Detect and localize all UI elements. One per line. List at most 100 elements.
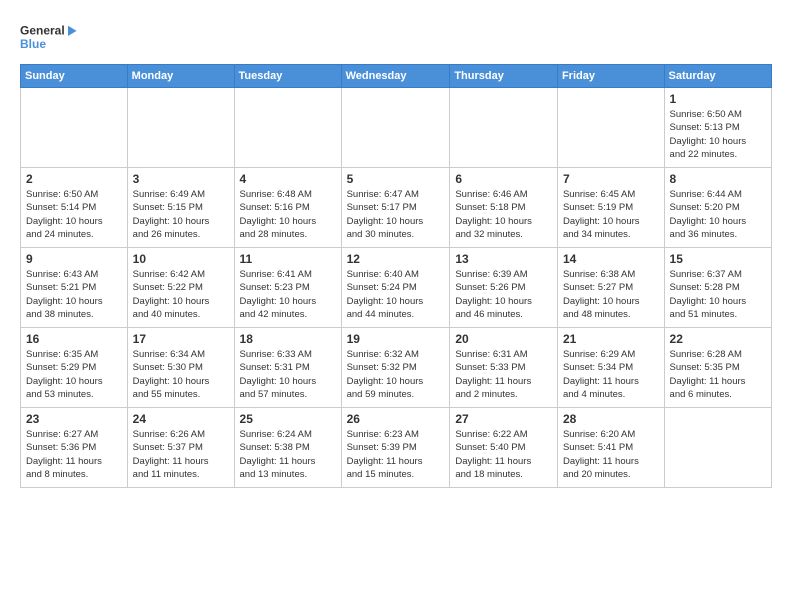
- calendar-cell: [664, 408, 771, 488]
- calendar-cell: 7Sunrise: 6:45 AM Sunset: 5:19 PM Daylig…: [557, 168, 664, 248]
- day-info: Sunrise: 6:49 AM Sunset: 5:15 PM Dayligh…: [133, 188, 229, 241]
- day-info: Sunrise: 6:44 AM Sunset: 5:20 PM Dayligh…: [670, 188, 766, 241]
- day-info: Sunrise: 6:22 AM Sunset: 5:40 PM Dayligh…: [455, 428, 552, 481]
- svg-text:General: General: [20, 23, 65, 37]
- calendar-cell: 19Sunrise: 6:32 AM Sunset: 5:32 PM Dayli…: [341, 328, 450, 408]
- day-info: Sunrise: 6:26 AM Sunset: 5:37 PM Dayligh…: [133, 428, 229, 481]
- calendar-cell: 13 Sunrise: 6:39 AM Sunset: 5:26 PM Dayli…: [450, 248, 558, 328]
- day-number: 28: [563, 412, 659, 426]
- weekday-header-row: SundayMondayTuesdayWednesdayThursdayFrid…: [21, 65, 772, 88]
- page: GeneralBlue SundayMondayTuesdayWednesday…: [0, 0, 792, 612]
- day-number: 20: [455, 332, 552, 346]
- weekday-header-tuesday: Tuesday: [234, 65, 341, 88]
- calendar-cell: 20 Sunrise: 6:31 AM Sunset: 5:33 PM Dayli…: [450, 328, 558, 408]
- calendar-cell: 14 Sunrise: 6:38 AM Sunset: 5:27 PM Dayli…: [557, 248, 664, 328]
- day-info: Sunrise: 6:37 AM Sunset: 5:28 PM Dayligh…: [670, 268, 766, 321]
- day-info: Sunrise: 6:35 AM Sunset: 5:29 PM Dayligh…: [26, 348, 122, 401]
- day-number: 3: [133, 172, 229, 186]
- day-number: 4: [240, 172, 336, 186]
- calendar-cell: [127, 88, 234, 168]
- day-number: 13: [455, 252, 552, 266]
- day-number: 22: [670, 332, 766, 346]
- day-number: 26: [347, 412, 445, 426]
- weekday-header-sunday: Sunday: [21, 65, 128, 88]
- day-info: Sunrise: 6:24 AM Sunset: 5:38 PM Dayligh…: [240, 428, 336, 481]
- day-info: Sunrise: 6:38 AM Sunset: 5:27 PM Dayligh…: [563, 268, 659, 321]
- day-number: 2: [26, 172, 122, 186]
- calendar-table: SundayMondayTuesdayWednesdayThursdayFrid…: [20, 64, 772, 488]
- day-number: 12: [347, 252, 445, 266]
- day-number: 14: [563, 252, 659, 266]
- calendar-cell: [234, 88, 341, 168]
- calendar-cell: 1 Sunrise: 6:50 AM Sunset: 5:13 PM Daylig…: [664, 88, 771, 168]
- logo: GeneralBlue: [20, 16, 80, 56]
- day-info: Sunrise: 6:40 AM Sunset: 5:24 PM Dayligh…: [347, 268, 445, 321]
- calendar-cell: 2 Sunrise: 6:50 AM Sunset: 5:14 PM Daylig…: [21, 168, 128, 248]
- day-info: Sunrise: 6:27 AM Sunset: 5:36 PM Dayligh…: [26, 428, 122, 481]
- week-row-0: 1 Sunrise: 6:50 AM Sunset: 5:13 PM Daylig…: [21, 88, 772, 168]
- day-number: 15: [670, 252, 766, 266]
- day-number: 27: [455, 412, 552, 426]
- weekday-header-friday: Friday: [557, 65, 664, 88]
- calendar-cell: 16 Sunrise: 6:35 AM Sunset: 5:29 PM Dayli…: [21, 328, 128, 408]
- day-info: Sunrise: 6:46 AM Sunset: 5:18 PM Dayligh…: [455, 188, 552, 241]
- weekday-header-saturday: Saturday: [664, 65, 771, 88]
- day-number: 16: [26, 332, 122, 346]
- svg-text:Blue: Blue: [20, 37, 46, 51]
- calendar-cell: 21 Sunrise: 6:29 AM Sunset: 5:34 PM Dayli…: [557, 328, 664, 408]
- day-number: 10: [133, 252, 229, 266]
- day-info: Sunrise: 6:39 AM Sunset: 5:26 PM Dayligh…: [455, 268, 552, 321]
- day-info: Sunrise: 6:48 AM Sunset: 5:16 PM Dayligh…: [240, 188, 336, 241]
- day-number: 21: [563, 332, 659, 346]
- day-number: 1: [670, 92, 766, 106]
- calendar-cell: 9 Sunrise: 6:43 AM Sunset: 5:21 PM Daylig…: [21, 248, 128, 328]
- calendar-cell: [450, 88, 558, 168]
- day-info: Sunrise: 6:42 AM Sunset: 5:22 PM Dayligh…: [133, 268, 229, 321]
- day-number: 6: [455, 172, 552, 186]
- day-info: Sunrise: 6:31 AM Sunset: 5:33 PM Dayligh…: [455, 348, 552, 401]
- day-number: 5: [347, 172, 445, 186]
- calendar-cell: [557, 88, 664, 168]
- calendar-cell: 12 Sunrise: 6:40 AM Sunset: 5:24 PM Dayli…: [341, 248, 450, 328]
- calendar-cell: [341, 88, 450, 168]
- header: GeneralBlue: [20, 16, 772, 56]
- day-number: 7: [563, 172, 659, 186]
- day-info: Sunrise: 6:23 AM Sunset: 5:39 PM Dayligh…: [347, 428, 445, 481]
- calendar-cell: [21, 88, 128, 168]
- day-info: Sunrise: 6:47 AM Sunset: 5:17 PM Dayligh…: [347, 188, 445, 241]
- day-info: Sunrise: 6:29 AM Sunset: 5:34 PM Dayligh…: [563, 348, 659, 401]
- day-number: 11: [240, 252, 336, 266]
- day-info: Sunrise: 6:20 AM Sunset: 5:41 PM Dayligh…: [563, 428, 659, 481]
- day-info: Sunrise: 6:50 AM Sunset: 5:14 PM Dayligh…: [26, 188, 122, 241]
- calendar-cell: 10 Sunrise: 6:42 AM Sunset: 5:22 PM Dayli…: [127, 248, 234, 328]
- day-info: Sunrise: 6:33 AM Sunset: 5:31 PM Dayligh…: [240, 348, 336, 401]
- calendar-cell: 24 Sunrise: 6:26 AM Sunset: 5:37 PM Dayli…: [127, 408, 234, 488]
- week-row-2: 9 Sunrise: 6:43 AM Sunset: 5:21 PM Daylig…: [21, 248, 772, 328]
- day-number: 19: [347, 332, 445, 346]
- calendar-cell: 8 Sunrise: 6:44 AM Sunset: 5:20 PM Daylig…: [664, 168, 771, 248]
- weekday-header-wednesday: Wednesday: [341, 65, 450, 88]
- day-info: Sunrise: 6:43 AM Sunset: 5:21 PM Dayligh…: [26, 268, 122, 321]
- calendar-cell: 27 Sunrise: 6:22 AM Sunset: 5:40 PM Dayli…: [450, 408, 558, 488]
- calendar-cell: 23 Sunrise: 6:27 AM Sunset: 5:36 PM Dayli…: [21, 408, 128, 488]
- day-info: Sunrise: 6:50 AM Sunset: 5:13 PM Dayligh…: [670, 108, 766, 161]
- calendar-cell: 4 Sunrise: 6:48 AM Sunset: 5:16 PM Daylig…: [234, 168, 341, 248]
- day-number: 17: [133, 332, 229, 346]
- week-row-3: 16 Sunrise: 6:35 AM Sunset: 5:29 PM Dayli…: [21, 328, 772, 408]
- day-number: 18: [240, 332, 336, 346]
- calendar-cell: 5 Sunrise: 6:47 AM Sunset: 5:17 PM Daylig…: [341, 168, 450, 248]
- week-row-4: 23 Sunrise: 6:27 AM Sunset: 5:36 PM Dayli…: [21, 408, 772, 488]
- weekday-header-thursday: Thursday: [450, 65, 558, 88]
- logo-svg: GeneralBlue: [20, 16, 80, 56]
- day-number: 23: [26, 412, 122, 426]
- day-number: 8: [670, 172, 766, 186]
- day-number: 9: [26, 252, 122, 266]
- calendar-cell: 22 Sunrise: 6:28 AM Sunset: 5:35 PM Dayli…: [664, 328, 771, 408]
- calendar-cell: 15 Sunrise: 6:37 AM Sunset: 5:28 PM Dayli…: [664, 248, 771, 328]
- day-info: Sunrise: 6:28 AM Sunset: 5:35 PM Dayligh…: [670, 348, 766, 401]
- day-number: 25: [240, 412, 336, 426]
- day-info: Sunrise: 6:41 AM Sunset: 5:23 PM Dayligh…: [240, 268, 336, 321]
- calendar-cell: 18 Sunrise: 6:33 AM Sunset: 5:31 PM Dayli…: [234, 328, 341, 408]
- calendar-cell: 28 Sunrise: 6:20 AM Sunset: 5:41 PM Dayli…: [557, 408, 664, 488]
- day-number: 24: [133, 412, 229, 426]
